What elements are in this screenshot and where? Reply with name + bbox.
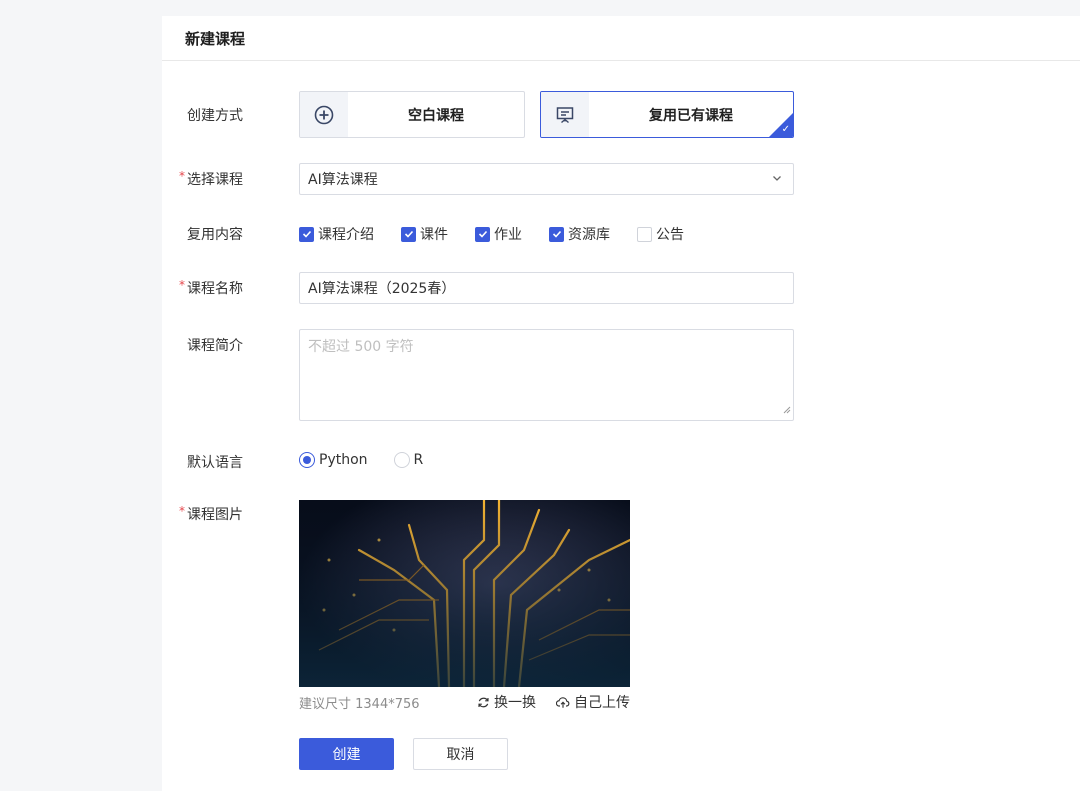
swap-image-button[interactable]: 换一换 [477,692,536,712]
radio-r[interactable]: R [393,452,423,468]
radio-selected[interactable] [299,452,315,468]
blank-course-card[interactable]: 空白课程 [299,91,525,138]
radio-python[interactable]: Python [299,452,368,468]
check-icon: ✓ [781,124,790,135]
reuse-content-label: 复用内容 [187,227,243,243]
reuse-content-checkboxes: 课程介绍 课件 作业 资源库 公告 [299,224,711,244]
checkbox-checked[interactable] [549,226,564,242]
checkbox-courseware[interactable]: 课件 [401,224,448,244]
checkbox-checked[interactable] [475,226,490,242]
panel-header: 新建课程 [162,16,1080,61]
create-button[interactable]: 创建 [299,738,394,770]
reuse-content-row: 复用内容 课程介绍 课件 作业 资源库 公告 [162,223,1080,243]
course-intro-label: 课程简介 [187,338,243,354]
course-name-label: * 课程名称 [179,278,243,297]
radio-unselected[interactable] [393,452,410,468]
course-select-value: AI算法课程 [308,172,378,188]
refresh-icon [478,697,489,707]
resize-handle-icon[interactable] [783,402,791,418]
checkbox-checked[interactable] [401,226,416,242]
checkbox-resource-library[interactable]: 资源库 [549,224,610,244]
blank-course-label: 空白课程 [408,107,464,124]
reuse-course-card[interactable]: 复用已有课程 ✓ [540,91,794,138]
cloud-upload-icon [556,696,570,708]
create-mode-label: 创建方式 [187,108,243,124]
course-select[interactable]: AI算法课程 [299,163,794,195]
default-language-row: 默认语言 Python R [162,451,1080,471]
new-course-panel: 新建课程 创建方式 空白课程 复用已有课程 ✓ * 选择课程 AI算法课程 复用… [162,16,1080,791]
default-language-label: 默认语言 [187,455,243,471]
course-intro-textarea[interactable]: 不超过 500 字符 [299,329,794,421]
course-name-row: * 课程名称 AI算法课程（2025春） [162,272,1080,304]
create-mode-row: 创建方式 空白课程 复用已有课程 ✓ [162,91,1080,138]
course-intro-row: 课程简介 不超过 500 字符 [162,329,1080,421]
checkbox-course-intro[interactable]: 课程介绍 [299,224,374,244]
presentation-board-icon [541,92,589,137]
reuse-course-label: 复用已有课程 [649,107,733,124]
course-cover-image [299,500,630,687]
checkbox-unchecked[interactable] [637,226,652,242]
checkbox-homework[interactable]: 作业 [475,224,522,244]
upload-image-button[interactable]: 自己上传 [556,692,630,712]
course-select-label: * 选择课程 [179,169,243,188]
required-mark: * [179,169,185,183]
course-intro-placeholder: 不超过 500 字符 [308,339,414,355]
checkbox-announcement[interactable]: 公告 [637,224,684,244]
language-radio-group: Python R [299,452,449,468]
image-size-hint: 建议尺寸 1344*756 [299,696,420,712]
image-footer: 建议尺寸 1344*756 换一换 自己上传 [299,690,630,714]
course-image-label: * 课程图片 [179,504,243,523]
course-select-row: * 选择课程 AI算法课程 [162,163,1080,195]
required-mark: * [179,278,185,292]
required-mark: * [179,504,185,518]
chevron-down-icon [771,172,783,188]
course-image-row: * 课程图片 建议尺寸 1344*756 换一换 自己上传 [162,500,1080,716]
checkbox-checked[interactable] [299,226,314,242]
cancel-button[interactable]: 取消 [413,738,508,770]
course-name-input[interactable]: AI算法课程（2025春） [299,272,794,304]
course-image-control: 建议尺寸 1344*756 换一换 自己上传 [299,500,630,714]
form-actions: 创建 取消 [162,738,1080,770]
plus-circle-icon [300,92,348,137]
page-title: 新建课程 [185,29,246,48]
